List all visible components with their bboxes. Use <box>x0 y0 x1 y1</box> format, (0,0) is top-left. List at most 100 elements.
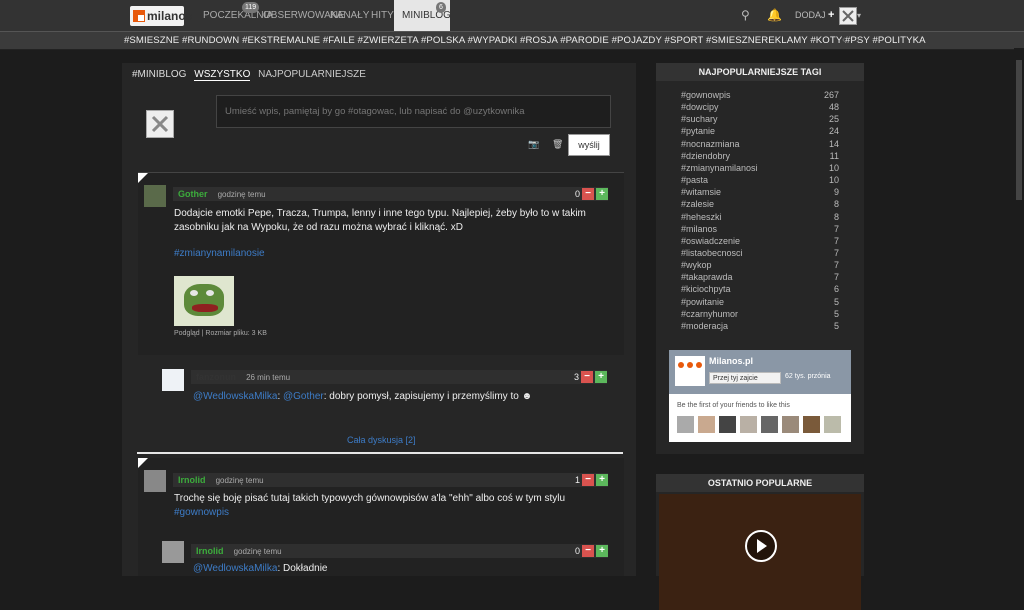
entry-text: Trochę się boję pisać tutaj takich typow… <box>174 493 566 504</box>
reply-avatar[interactable] <box>162 369 184 391</box>
vote-plus-button[interactable]: + <box>596 188 608 200</box>
tab-popular[interactable]: NAJPOPULARNIEJSZE <box>258 69 366 80</box>
sidebar-tag-item[interactable]: #takaprawda 7 <box>681 271 839 283</box>
sidebar-tag-item[interactable]: #witamsie 9 <box>681 186 839 198</box>
tag-name: #gownowpis <box>681 90 731 100</box>
fb-friend-avatar[interactable] <box>677 416 694 433</box>
sidebar-tag-item[interactable]: #milanos 7 <box>681 223 839 235</box>
logo-mark-inner <box>138 15 144 21</box>
vote-plus-button[interactable]: + <box>596 474 608 486</box>
composer-input[interactable] <box>223 100 607 122</box>
vote-minus-button[interactable]: − <box>582 474 594 486</box>
vote-plus-button[interactable]: + <box>595 371 607 383</box>
sidebar-tag-item[interactable]: #gownowpis 267 <box>681 89 839 101</box>
trash-icon[interactable]: 🗑 <box>552 139 563 150</box>
nav-label: HITY <box>371 10 394 21</box>
tag-count: 7 <box>833 260 839 271</box>
vote-plus-button[interactable]: + <box>596 545 608 557</box>
bell-icon[interactable]: 🔔 <box>767 0 782 31</box>
scrollbar-thumb[interactable] <box>1016 60 1022 200</box>
sidebar-tag-item[interactable]: #powitanie 5 <box>681 296 839 308</box>
entry: Irnolid godzinę temu 1 − + Trochę się bo… <box>138 458 624 576</box>
tag-count: 9 <box>833 187 839 198</box>
sidebar-tag-item[interactable]: #czarnyhumor 5 <box>681 308 839 320</box>
entry-time[interactable]: godzinę temu <box>216 476 264 485</box>
vote-minus-button[interactable]: − <box>581 371 593 383</box>
sidebar-tag-item[interactable]: #suchary 25 <box>681 113 839 125</box>
tags-prev-arrow[interactable]: ‹ <box>842 32 846 49</box>
tags-bar: #SMIESZNE #RUNDOWN #EKSTREMALNE #FAILE #… <box>0 31 1024 50</box>
fb-friend-avatar[interactable] <box>740 416 757 433</box>
chevron-down-icon[interactable]: ▾ <box>857 0 861 31</box>
fb-friend-avatar[interactable] <box>824 416 841 433</box>
fb-page-logo[interactable] <box>675 356 705 386</box>
tab-miniblog[interactable]: #MINIBLOG <box>132 69 186 80</box>
recent-video-thumbnail[interactable] <box>659 494 861 610</box>
fb-friend-avatar[interactable] <box>761 416 778 433</box>
pepe-eye <box>206 290 214 296</box>
camera-icon[interactable]: 📷 <box>528 139 539 150</box>
sidebar-tag-item[interactable]: #dziendobry 11 <box>681 150 839 162</box>
sidebar-tag-item[interactable]: #nocnazmiana 14 <box>681 138 839 150</box>
play-icon[interactable] <box>745 530 777 562</box>
vote-minus-button[interactable]: − <box>582 188 594 200</box>
top-navbar: milanos POCZEKALNIA 119 OBSERWOWANE KANA… <box>0 0 1024 31</box>
entry-image[interactable] <box>174 276 234 326</box>
reply-avatar[interactable] <box>162 541 184 563</box>
tab-all[interactable]: WSZYSTKO <box>194 69 251 81</box>
mention-link[interactable]: @Gother <box>283 391 324 402</box>
author-avatar[interactable] <box>144 470 166 492</box>
mention-link[interactable]: @WedlowskaMilka <box>193 563 277 574</box>
tag-count: 24 <box>828 126 839 137</box>
tag-name: #listaobecnosci <box>681 247 743 258</box>
tags-list[interactable]: #SMIESZNE #RUNDOWN #EKSTREMALNE #FAILE #… <box>124 32 926 49</box>
reply-time[interactable]: 26 min temu <box>246 373 290 382</box>
tag-count: 5 <box>833 320 839 331</box>
reply-time[interactable]: godzinę temu <box>234 547 282 556</box>
page-scrollbar[interactable] <box>1014 48 1024 576</box>
sidebar-tag-item[interactable]: #zalesie 8 <box>681 198 839 210</box>
composer-box[interactable] <box>216 95 611 128</box>
sidebar-tag-item[interactable]: #pytanie 24 <box>681 125 839 137</box>
fb-friend-avatar[interactable] <box>782 416 799 433</box>
author-avatar[interactable] <box>144 185 166 207</box>
fb-like-button[interactable]: Przej tyj zajcie <box>709 372 781 384</box>
entry-corner <box>138 173 148 183</box>
pepe-lip <box>192 304 218 312</box>
entry-tag-link[interactable]: #zmianynamilanosie <box>174 247 265 261</box>
sidebar-tag-item[interactable]: #wykop 7 <box>681 259 839 271</box>
fb-friend-avatar[interactable] <box>719 416 736 433</box>
tags-next-arrow[interactable]: › <box>856 32 860 49</box>
tag-name: #oswiadczenie <box>681 235 741 246</box>
sidebar-tag-item[interactable]: #kiciochpyta 6 <box>681 283 839 295</box>
sidebar-tag-item[interactable]: #listaobecnosci 7 <box>681 247 839 259</box>
facebook-widget[interactable]: Milanos.pl Przej tyj zajcie 62 tys. przó… <box>669 350 851 442</box>
vote-minus-button[interactable]: − <box>582 545 594 557</box>
fb-friend-avatar[interactable] <box>698 416 715 433</box>
image-info[interactable]: Podgląd | Rozmiar pliku: 3 KB <box>174 330 267 337</box>
sidebar-tag-item[interactable]: #zmianynamilanosi 10 <box>681 162 839 174</box>
add-button[interactable]: DODAJ + <box>795 0 834 31</box>
entry-tag-link[interactable]: #gownowpis <box>174 506 229 520</box>
sidebar-tag-item[interactable]: #oswiadczenie 7 <box>681 235 839 247</box>
site-logo[interactable]: milanos <box>130 6 192 26</box>
entry-time[interactable]: godzinę temu <box>218 190 266 199</box>
sidebar-tag-item[interactable]: #moderacja 5 <box>681 320 839 332</box>
fb-friend-avatar[interactable] <box>803 416 820 433</box>
fb-page-name[interactable]: Milanos.pl <box>709 356 753 366</box>
reply-author[interactable]: Irnolid <box>196 546 224 556</box>
tag-name: #takaprawda <box>681 272 733 283</box>
user-avatar[interactable] <box>839 7 857 25</box>
sidebar-tag-item[interactable]: #pasta 10 <box>681 174 839 186</box>
search-icon[interactable]: ⚲ <box>741 0 750 31</box>
sidebar-tag-item[interactable]: #heheszki 8 <box>681 211 839 223</box>
send-button[interactable]: wyślij <box>568 134 610 156</box>
full-discussion-link[interactable]: Cała dyskusja [2] <box>347 435 416 445</box>
author-name[interactable]: Gother <box>178 189 208 199</box>
fb-friends-text: Be the first of your friends to like thi… <box>677 402 790 409</box>
reply-author[interactable]: fanzonun <box>196 372 236 382</box>
author-name[interactable]: Irnolid <box>178 475 206 485</box>
tag-count: 7 <box>833 247 839 258</box>
mention-link[interactable]: @WedlowskaMilka <box>193 391 277 402</box>
sidebar-tag-item[interactable]: #dowcipy 48 <box>681 101 839 113</box>
